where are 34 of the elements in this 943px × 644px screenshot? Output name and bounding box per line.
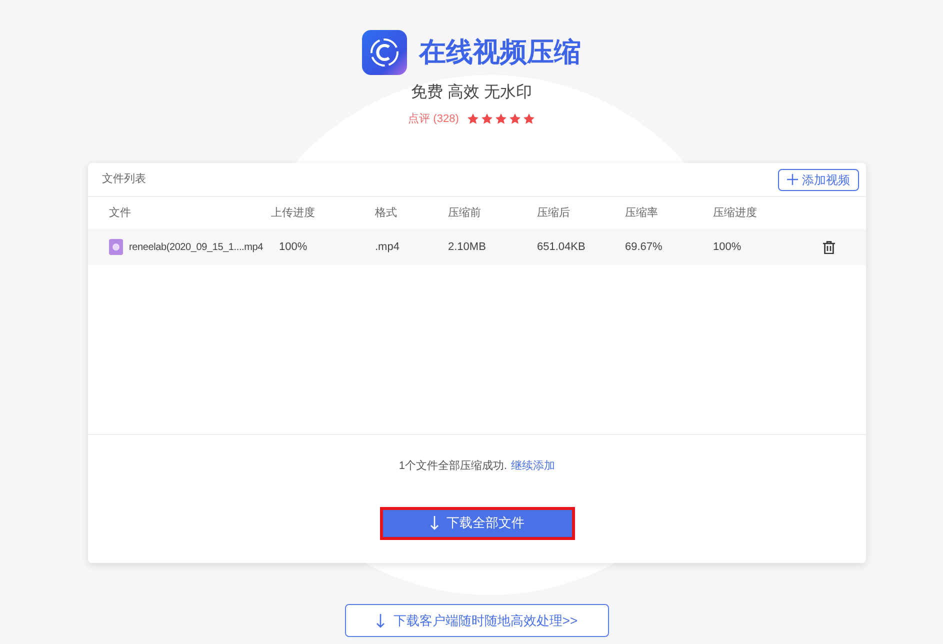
star-icon: [480, 113, 493, 126]
down-arrow-icon: [430, 516, 438, 530]
star-icon: [494, 113, 507, 126]
add-video-button[interactable]: 添加视频: [778, 168, 859, 190]
column-header: 压缩进度: [713, 206, 758, 221]
table-cell-text: 100%: [279, 240, 308, 255]
column-header: 上传进度: [271, 206, 316, 221]
table-cell-text: .mp4: [375, 240, 400, 255]
star-icon: [466, 113, 479, 126]
table-cell-text: 651.04KB: [537, 240, 586, 255]
tagline: 免费 高效 无水印: [411, 82, 532, 103]
video-file-icon: [109, 239, 123, 255]
table-cell-text: 100%: [713, 240, 742, 255]
section-title: 文件列表: [102, 172, 146, 188]
star-icon: [508, 113, 521, 126]
download-client-button[interactable]: 下载客户端随时随地高效处理>>: [345, 604, 609, 637]
column-header: 压缩前: [448, 206, 482, 221]
trash-icon[interactable]: [823, 240, 835, 254]
down-arrow-icon: [376, 614, 386, 628]
rating-label: 点评 (328): [408, 112, 459, 127]
app-title: 在线视频压缩: [419, 36, 581, 70]
table-cell-text: 69.67%: [625, 240, 664, 255]
download-all-button[interactable]: 下载全部文件: [380, 506, 574, 540]
plus-icon: [787, 174, 798, 185]
column-header: 格式: [375, 206, 398, 221]
star-icon: [522, 113, 535, 126]
column-header: 文件: [108, 206, 132, 221]
logo-icon: [362, 30, 407, 75]
status-message: 1个文件全部压缩成功.: [398, 458, 508, 474]
file-name: reneelab(2020_09_15_1....mp4: [129, 240, 263, 254]
column-header: 压缩率: [625, 206, 659, 221]
table-cell-text: 2.10MB: [448, 240, 487, 255]
continue-link[interactable]: 继续添加: [511, 458, 556, 474]
column-header: 压缩后: [537, 206, 571, 221]
